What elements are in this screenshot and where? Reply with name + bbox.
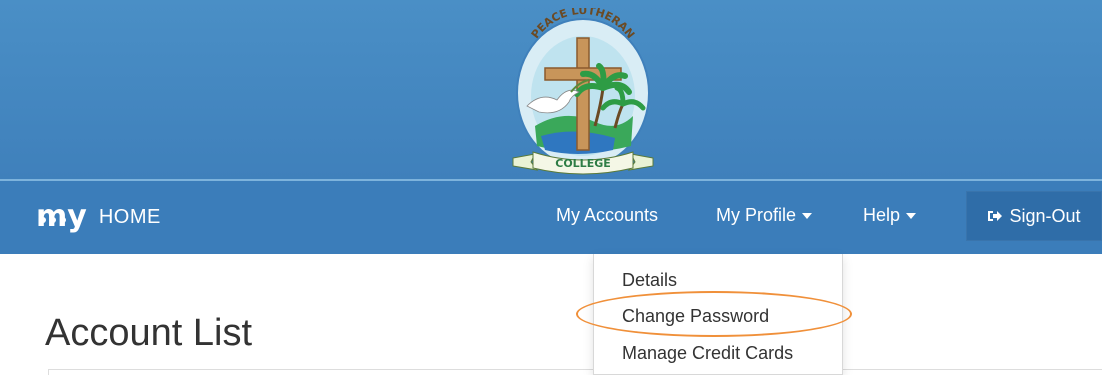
profile-dropdown-menu: Details Change Password Manage Credit Ca… bbox=[593, 254, 843, 375]
caret-down-icon bbox=[802, 213, 813, 220]
menu-item-manage-credit-cards[interactable]: Manage Credit Cards bbox=[622, 343, 793, 364]
menu-item-details[interactable]: Details bbox=[622, 270, 677, 291]
crest-ribbon-text: COLLEGE bbox=[555, 157, 611, 170]
brand-label: HOME bbox=[98, 205, 161, 228]
home-brand-link[interactable]: my HOME bbox=[36, 201, 161, 233]
page-title: Account List bbox=[45, 312, 252, 354]
menu-item-change-password[interactable]: Change Password bbox=[622, 306, 769, 327]
logo-dots bbox=[40, 199, 70, 229]
caret-down-icon bbox=[906, 213, 917, 220]
nav-my-accounts[interactable]: My Accounts bbox=[556, 205, 658, 226]
my-logo-icon: my bbox=[36, 202, 87, 232]
nav-my-accounts-label: My Accounts bbox=[556, 205, 659, 225]
account-list-panel bbox=[48, 369, 1102, 375]
sign-out-label: Sign-Out bbox=[1009, 205, 1081, 226]
nav-help[interactable]: Help bbox=[863, 205, 917, 226]
main-navbar: my HOME My Accounts My Profile Help Sign… bbox=[0, 181, 1102, 254]
sign-out-icon bbox=[987, 209, 1003, 223]
nav-my-profile-label: My Profile bbox=[716, 205, 797, 225]
nav-my-profile[interactable]: My Profile bbox=[716, 205, 813, 226]
sign-out-button[interactable]: Sign-Out bbox=[966, 191, 1102, 241]
nav-help-label: Help bbox=[863, 205, 901, 225]
header-banner: PEACE LUTHERAN COLLEGE bbox=[0, 0, 1102, 180]
school-crest-logo: PEACE LUTHERAN COLLEGE bbox=[512, 8, 654, 175]
